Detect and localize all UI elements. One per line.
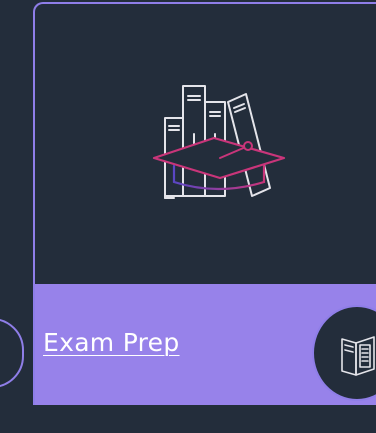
books-graduation-cap-icon (152, 85, 286, 199)
card-title-link[interactable]: Exam Prep (43, 328, 180, 357)
open-book-icon (341, 336, 375, 376)
card-hero (35, 4, 376, 284)
previous-card-badge[interactable] (0, 318, 24, 388)
carousel-viewport: Exam Prep (0, 0, 376, 433)
